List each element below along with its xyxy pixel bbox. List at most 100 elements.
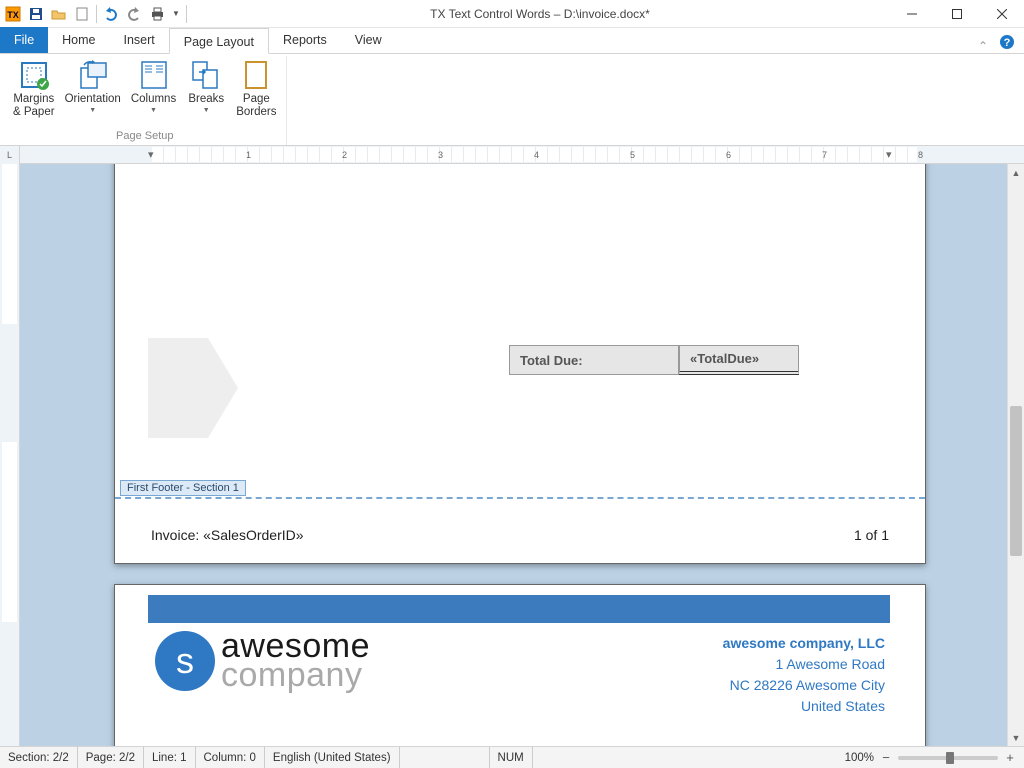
image-placeholder	[148, 338, 208, 438]
company-logo: s awesome company	[155, 631, 370, 691]
horizontal-ruler-row: L 1 2 3 4 5 6 7 8 ▾ ▾	[0, 146, 1024, 164]
vertical-scrollbar[interactable]: ▲ ▼	[1007, 164, 1024, 746]
minimize-button[interactable]	[889, 0, 934, 28]
open-icon[interactable]	[48, 3, 70, 25]
breaks-button[interactable]: Breaks ▼	[181, 56, 231, 117]
page-borders-icon	[240, 59, 272, 91]
window-buttons	[889, 0, 1024, 28]
address-company: awesome company, LLC	[723, 633, 885, 654]
margins-label: Margins & Paper	[13, 93, 55, 119]
indent-marker-left[interactable]: ▾	[148, 148, 154, 161]
ribbon-group-page-setup: Margins & Paper Orientation ▼ Columns ▼ …	[4, 56, 287, 145]
vertical-ruler[interactable]	[0, 164, 20, 746]
tab-home[interactable]: Home	[48, 27, 109, 53]
print-icon[interactable]	[146, 3, 168, 25]
app-icon[interactable]: TX	[2, 3, 24, 25]
document-canvas[interactable]: Total Due: «TotalDue» First Footer - Sec…	[20, 164, 1007, 746]
workspace: Total Due: «TotalDue» First Footer - Sec…	[0, 164, 1024, 746]
scroll-down-icon[interactable]: ▼	[1008, 729, 1024, 746]
company-address[interactable]: awesome company, LLC 1 Awesome Road NC 2…	[723, 633, 885, 717]
orientation-button[interactable]: Orientation ▼	[60, 56, 126, 117]
ribbon-tabs: File Home Insert Page Layout Reports Vie…	[0, 28, 1024, 54]
quick-access-toolbar: TX ▼	[0, 3, 191, 25]
ribbon-panel: Margins & Paper Orientation ▼ Columns ▼ …	[0, 54, 1024, 146]
status-section[interactable]: Section: 2/2	[0, 747, 78, 768]
ribbon-group-label: Page Setup	[116, 129, 174, 145]
qat-more-icon[interactable]: ▼	[169, 3, 183, 25]
status-bar: Section: 2/2 Page: 2/2 Line: 1 Column: 0…	[0, 746, 1024, 768]
scroll-thumb[interactable]	[1010, 406, 1022, 556]
status-line: Line: 1	[144, 747, 196, 768]
header-color-bar	[148, 595, 890, 623]
undo-icon[interactable]	[100, 3, 122, 25]
new-icon[interactable]	[71, 3, 93, 25]
zoom-slider-thumb[interactable]	[946, 752, 954, 764]
tab-reports[interactable]: Reports	[269, 27, 341, 53]
help-button[interactable]: ?	[996, 31, 1018, 53]
ruler-tick: 3	[438, 150, 443, 160]
ruler-tick: 8	[918, 150, 923, 160]
svg-text:TX: TX	[7, 10, 19, 20]
close-button[interactable]	[979, 0, 1024, 28]
window-title: TX Text Control Words – D:\invoice.docx*	[191, 7, 889, 21]
scroll-up-icon[interactable]: ▲	[1008, 164, 1024, 181]
indent-marker-right[interactable]: ▾	[886, 148, 892, 161]
status-blank	[400, 747, 490, 768]
footer-invoice-text[interactable]: Invoice: «SalesOrderID»	[151, 527, 304, 543]
address-line-1: 1 Awesome Road	[723, 654, 885, 675]
scroll-track[interactable]	[1008, 181, 1024, 729]
tab-page-layout[interactable]: Page Layout	[169, 28, 269, 54]
total-due-field[interactable]: «TotalDue»	[679, 345, 799, 375]
breaks-icon	[190, 59, 222, 91]
logo-badge: s	[155, 631, 215, 691]
columns-icon	[138, 59, 170, 91]
maximize-button[interactable]	[934, 0, 979, 28]
status-num-lock: NUM	[490, 747, 533, 768]
footer-divider	[115, 497, 925, 499]
tab-file[interactable]: File	[0, 27, 48, 53]
ruler-tick: 2	[342, 150, 347, 160]
zoom-control: 100% − +	[839, 750, 1024, 766]
status-column: Column: 0	[196, 747, 265, 768]
page-1: Total Due: «TotalDue» First Footer - Sec…	[114, 164, 926, 564]
ribbon-collapse-icon[interactable]: ⌃	[974, 39, 992, 53]
tab-view[interactable]: View	[341, 27, 396, 53]
zoom-slider[interactable]	[898, 756, 998, 760]
redo-icon[interactable]	[123, 3, 145, 25]
zoom-value[interactable]: 100%	[845, 752, 874, 764]
zoom-out-button[interactable]: −	[878, 750, 894, 766]
ruler-tick: 7	[822, 150, 827, 160]
orientation-icon	[77, 59, 109, 91]
svg-text:?: ?	[1004, 37, 1011, 49]
dropdown-icon: ▼	[203, 107, 210, 114]
breaks-label: Breaks	[188, 93, 224, 106]
logo-text-bottom: company	[221, 661, 370, 690]
footer-page-number: 1 of 1	[854, 527, 889, 543]
tab-insert[interactable]: Insert	[110, 27, 169, 53]
dropdown-icon: ▼	[150, 107, 157, 114]
columns-button[interactable]: Columns ▼	[126, 56, 181, 117]
horizontal-ruler[interactable]: 1 2 3 4 5 6 7 8 ▾ ▾	[20, 147, 1012, 162]
dropdown-icon: ▼	[89, 107, 96, 114]
ruler-corner[interactable]: L	[0, 146, 20, 164]
save-icon[interactable]	[25, 3, 47, 25]
footer-tag[interactable]: First Footer - Section 1	[120, 480, 246, 496]
ruler-tick: 5	[630, 150, 635, 160]
address-line-3: United States	[723, 696, 885, 717]
ruler-tick: 1	[246, 150, 251, 160]
ruler-tick: 6	[726, 150, 731, 160]
margins-button[interactable]: Margins & Paper	[8, 56, 60, 122]
margins-icon	[18, 59, 50, 91]
orientation-label: Orientation	[65, 93, 121, 106]
columns-label: Columns	[131, 93, 176, 106]
total-due-row: Total Due: «TotalDue»	[509, 345, 799, 375]
page-borders-label: Page Borders	[236, 93, 276, 119]
titlebar: TX ▼ TX Text Control Words – D:\invoice.…	[0, 0, 1024, 28]
page-2: s awesome company awesome company, LLC 1…	[114, 584, 926, 746]
address-line-2: NC 28226 Awesome City	[723, 675, 885, 696]
zoom-in-button[interactable]: +	[1002, 750, 1018, 766]
total-due-label: Total Due:	[509, 345, 679, 375]
page-borders-button[interactable]: Page Borders	[231, 56, 281, 122]
status-page[interactable]: Page: 2/2	[78, 747, 144, 768]
status-language[interactable]: English (United States)	[265, 747, 400, 768]
